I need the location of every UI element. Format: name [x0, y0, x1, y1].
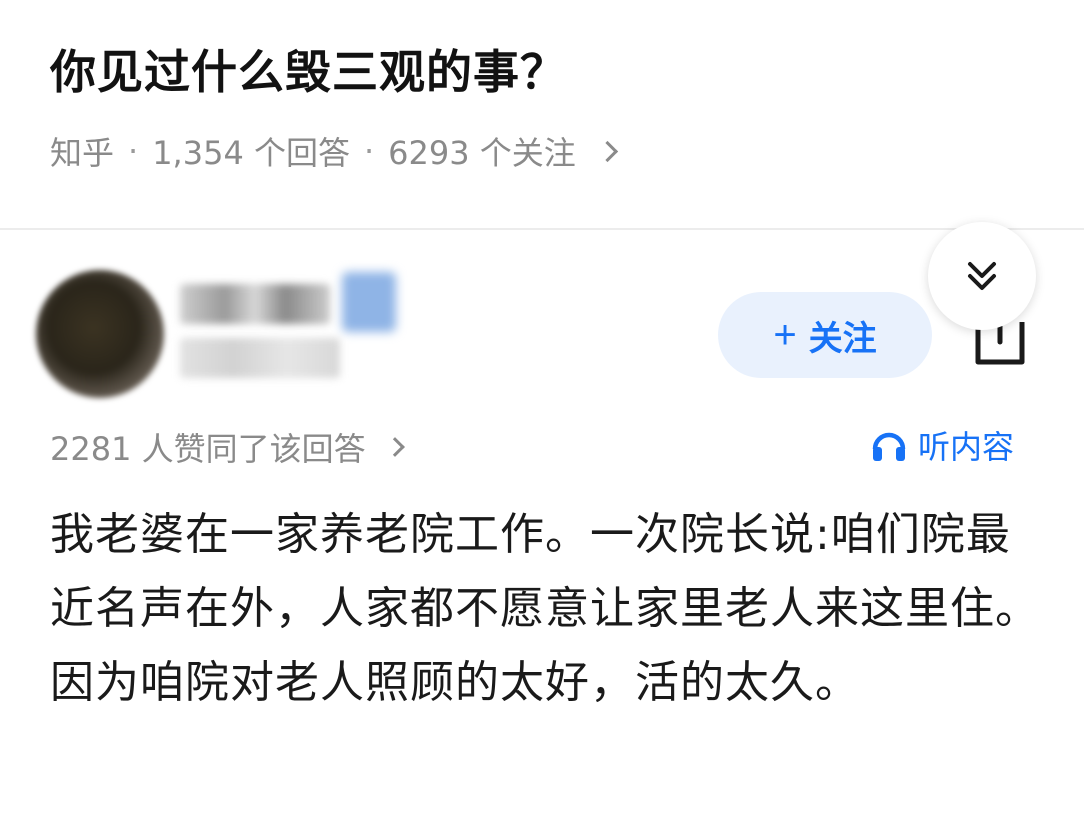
author-name-redacted[interactable] [180, 284, 330, 324]
meta-separator: · [128, 132, 139, 170]
headphones-icon [872, 432, 906, 461]
chevron-right-icon [384, 437, 405, 457]
chevron-right-icon [596, 140, 618, 162]
follow-label: 关注 [808, 319, 877, 358]
question-title[interactable]: 你见过什么毁三观的事？ [50, 36, 567, 102]
listen-label: 听内容 [918, 428, 1015, 466]
source-label: 知乎 [50, 134, 115, 172]
author-bio-redacted [180, 338, 340, 378]
answer-count: 1,354 个回答 [152, 134, 350, 172]
collapse-button[interactable] [928, 222, 1036, 330]
author-badge-redacted [342, 272, 396, 332]
plus-icon: + [773, 313, 797, 357]
follower-count: 6293 个关注 [388, 134, 576, 172]
meta-separator: · [363, 132, 375, 170]
double-chevron-down-icon [968, 262, 996, 290]
avatar[interactable] [36, 270, 164, 398]
listen-button[interactable]: 听内容 [870, 422, 1014, 468]
answer-body[interactable]: 我老婆在一家养老院工作。一次院长说:咱们院最近名声在外，人家都不愿意让家里老人来… [50, 498, 1040, 720]
upvote-text: 2281 人赞同了该回答 [50, 430, 366, 468]
follow-button[interactable]: + 关注 [718, 292, 932, 378]
upvote-summary[interactable]: 2281 人赞同了该回答 [50, 424, 405, 470]
section-divider [0, 228, 1084, 230]
question-meta[interactable]: 知乎 · 1,354 个回答 · 6293 个关注 [50, 128, 618, 174]
